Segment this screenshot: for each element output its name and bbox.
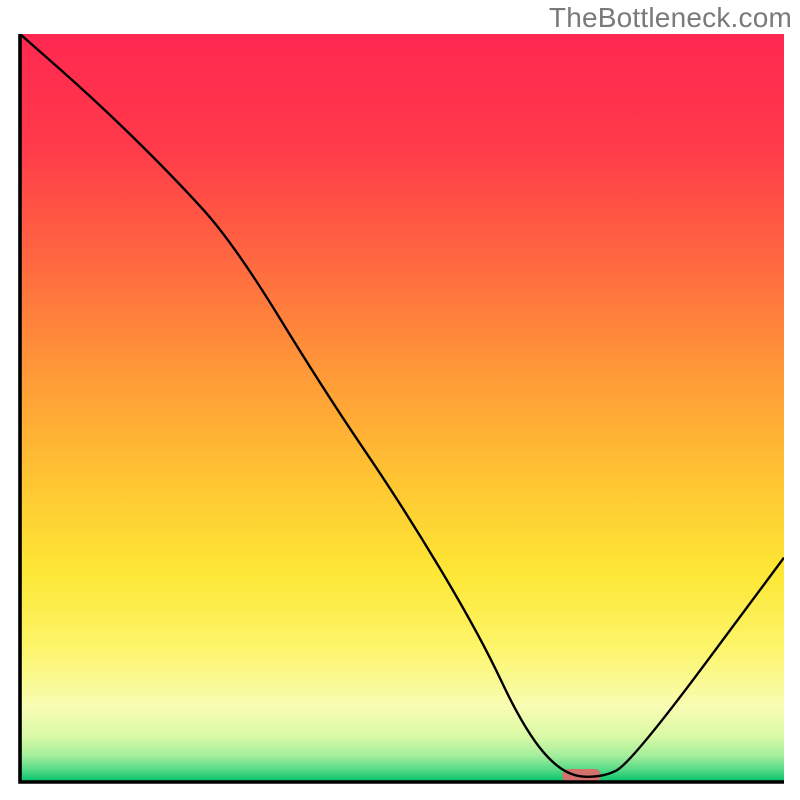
plot-gradient-background — [20, 34, 784, 782]
bottleneck-chart — [0, 0, 800, 800]
watermark-text: TheBottleneck.com — [549, 2, 792, 34]
